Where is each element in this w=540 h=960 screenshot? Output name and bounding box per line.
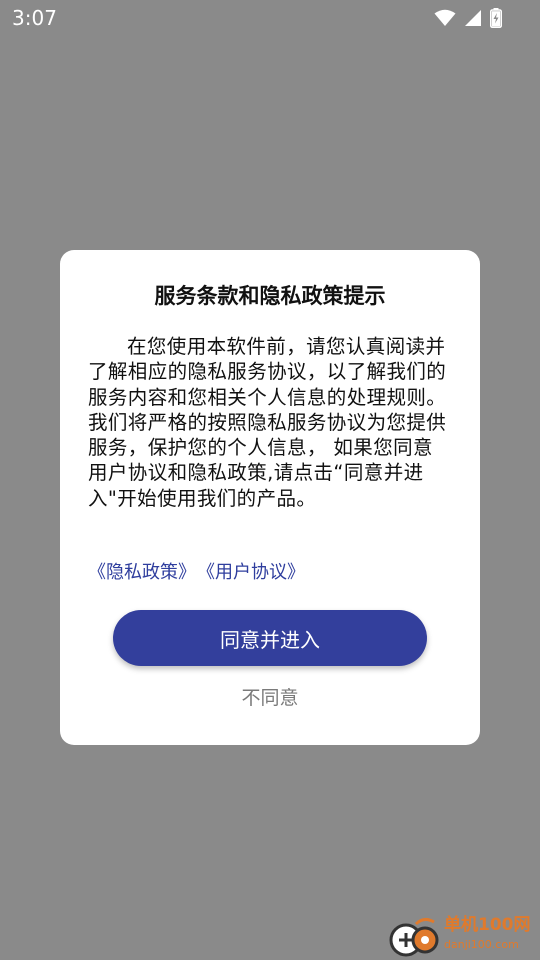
user-agreement-link[interactable]: 《用户协议》 (206, 562, 305, 583)
status-icons (434, 8, 502, 28)
status-bar: 3:07 (0, 0, 540, 36)
status-time: 3:07 (12, 6, 57, 30)
watermark-name: 单机100网 (444, 915, 531, 935)
watermark-logo-icon (389, 917, 439, 957)
disagree-button[interactable]: 不同意 (60, 682, 480, 711)
watermark: 单机100网 danji100.com (386, 914, 536, 958)
dialog-title: 服务条款和隐私政策提示 (154, 284, 386, 308)
policy-links: 《隐私政策》 《用户协议》 (88, 560, 315, 586)
agree-button[interactable]: 同意并进入 (113, 610, 427, 666)
watermark-url: danji100.com (444, 938, 519, 951)
signal-icon (465, 10, 481, 26)
wifi-icon (434, 9, 456, 26)
privacy-policy-link[interactable]: 《隐私政策》 (88, 562, 196, 583)
terms-dialog: 服务条款和隐私政策提示 在您使用本软件前，请您认真阅读并了解相应的隐私服务协议，… (60, 250, 480, 745)
dialog-body-text[interactable]: 在您使用本软件前，请您认真阅读并了解相应的隐私服务协议，以了解我们的服务内容和您… (88, 334, 452, 534)
battery-charging-icon (490, 8, 502, 28)
